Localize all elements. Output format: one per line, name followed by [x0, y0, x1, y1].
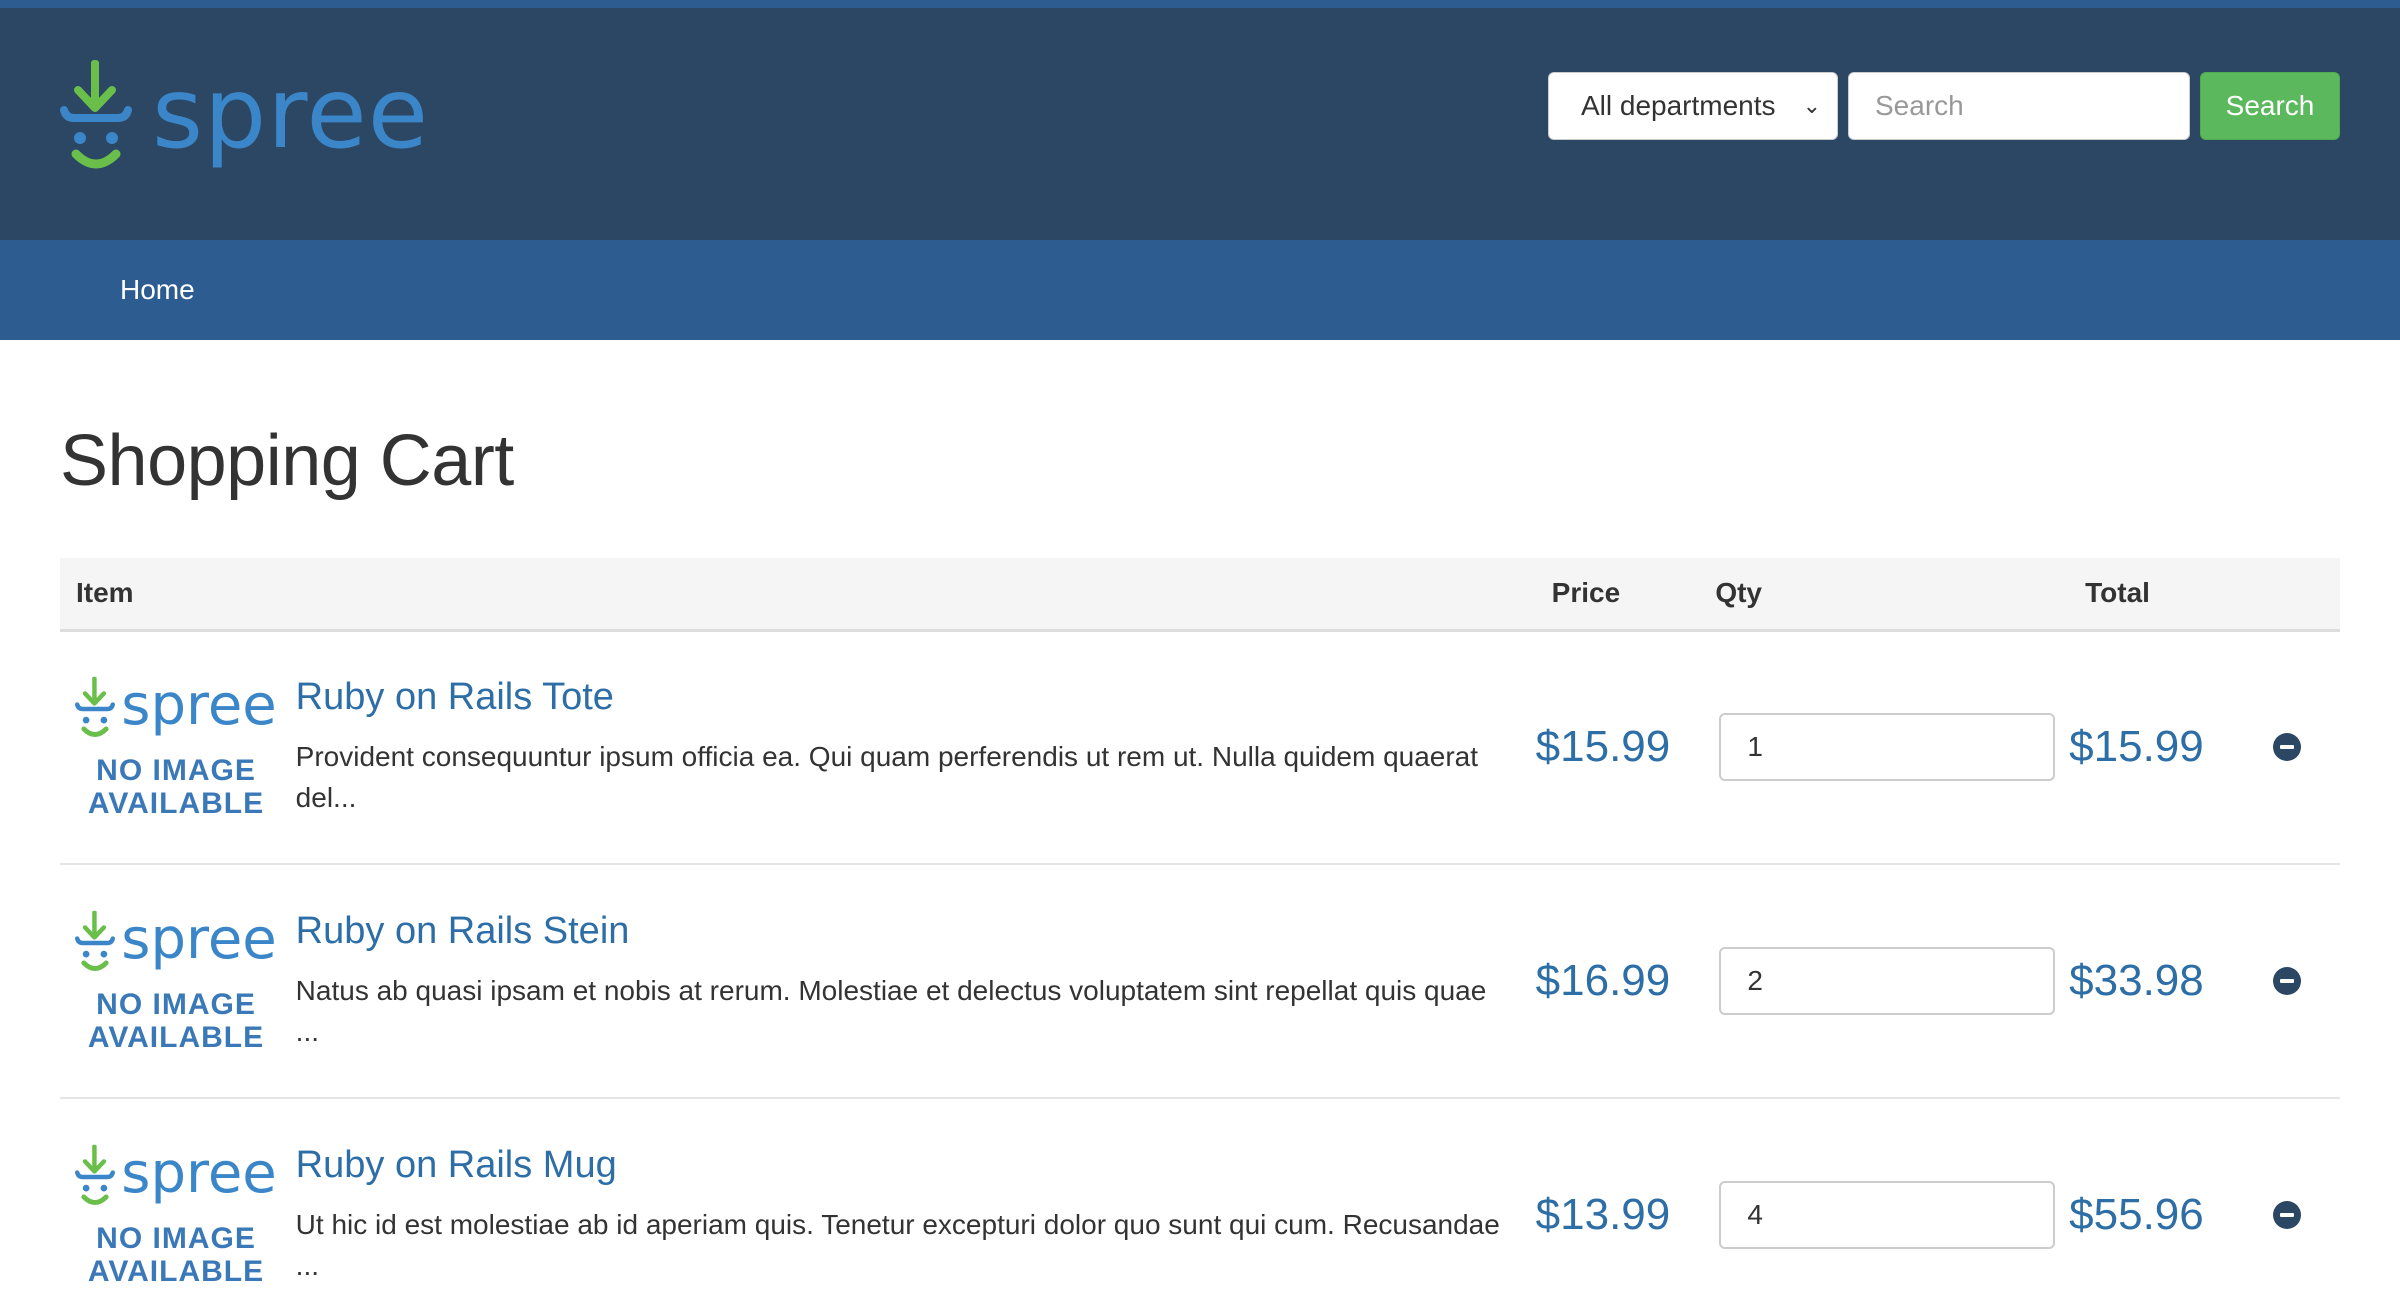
thumbnail-wordmark: spree: [121, 673, 277, 739]
item-total: $55.96: [2069, 1098, 2235, 1298]
remove-cell: [2234, 864, 2340, 1099]
nav-item-home[interactable]: Home: [120, 274, 195, 306]
minus-circle-icon[interactable]: [2273, 967, 2302, 995]
qty-cell: [1699, 630, 2070, 865]
thumbnail-wordmark: spree: [121, 907, 277, 972]
product-name-link[interactable]: Ruby on Rails Mug: [296, 1144, 1516, 1187]
search-input[interactable]: [1848, 72, 2190, 140]
site-header: spree All departments ⌄ Search: [0, 8, 2400, 240]
product-description: Natus ab quasi ipsam et nobis at rerum. …: [295, 974, 1487, 1047]
cart-row: spree NO IMAGE AVAILABLE Ruby on Rails M…: [60, 1098, 2340, 1298]
product-description: Ut hic id est molestiae ab id aperiam qu…: [295, 1208, 1500, 1281]
product-name-link[interactable]: Ruby on Rails Stein: [296, 910, 1516, 953]
search-bar: All departments ⌄ Search: [1548, 72, 2340, 140]
item-price: $13.99: [1535, 1098, 1700, 1298]
thumbnail-wordmark: spree: [121, 1141, 277, 1206]
remove-cell: [2234, 1098, 2340, 1298]
quantity-input[interactable]: [1719, 947, 2056, 1015]
top-accent-bar: [0, 0, 2400, 8]
product-thumbnail[interactable]: spree NO IMAGE AVAILABLE: [60, 1098, 296, 1298]
site-logo[interactable]: spree: [60, 58, 429, 178]
column-header-price: Price: [1551, 577, 1621, 609]
main-nav: Home: [0, 240, 2400, 340]
spree-cart-icon: [75, 910, 116, 972]
item-total: $15.99: [2069, 630, 2235, 865]
product-name-link[interactable]: Ruby on Rails Tote: [296, 676, 1516, 719]
spree-cart-icon: [75, 1144, 116, 1206]
cart-row: spree NO IMAGE AVAILABLE Ruby on Rails S…: [60, 864, 2340, 1099]
product-description: Provident consequuntur ipsum officia ea.…: [295, 741, 1479, 813]
spree-cart-icon: [60, 60, 132, 169]
no-image-label: NO IMAGE AVAILABLE: [87, 988, 265, 1054]
item-cell: Ruby on Rails Stein Natus ab quasi ipsam…: [295, 864, 1536, 1099]
column-header-remove: [2235, 558, 2340, 630]
no-image-label: NO IMAGE AVAILABLE: [87, 1222, 265, 1288]
main-content: Shopping Cart Item Price Qty Total spree…: [0, 420, 2400, 1298]
item-price: $15.99: [1535, 630, 1700, 865]
page-title: Shopping Cart: [60, 421, 514, 501]
chevron-down-icon: ⌄: [1802, 93, 1821, 118]
product-thumbnail[interactable]: spree NO IMAGE AVAILABLE: [60, 864, 296, 1099]
quantity-input[interactable]: [1719, 1181, 2056, 1249]
cart-row: spree NO IMAGE AVAILABLE Ruby on Rails T…: [60, 630, 2340, 865]
department-select[interactable]: All departments ⌄: [1548, 72, 1838, 140]
item-total: $33.98: [2069, 864, 2235, 1099]
minus-circle-icon[interactable]: [2273, 1201, 2302, 1229]
no-image-label: NO IMAGE AVAILABLE: [87, 754, 265, 821]
item-price: $16.99: [1535, 864, 1700, 1099]
qty-cell: [1699, 864, 2070, 1099]
minus-circle-icon[interactable]: [2273, 733, 2302, 762]
quantity-input[interactable]: [1719, 713, 2056, 782]
department-select-value: All departments: [1581, 90, 1776, 121]
column-header-qty: Qty: [1715, 577, 1763, 609]
column-header-total: Total: [2085, 577, 2150, 609]
spree-cart-icon: [75, 677, 116, 738]
item-cell: Ruby on Rails Mug Ut hic id est molestia…: [295, 1098, 1536, 1298]
qty-cell: [1699, 1098, 2070, 1298]
cart-table: Item Price Qty Total spree NO IMAGE AVAI…: [60, 558, 2340, 1298]
logo-wordmark: spree: [152, 57, 429, 171]
cart-header-row: Item Price Qty Total: [60, 558, 2340, 630]
column-header-item: Item: [76, 577, 134, 609]
item-cell: Ruby on Rails Tote Provident consequuntu…: [295, 630, 1536, 865]
search-button[interactable]: Search: [2200, 72, 2340, 140]
remove-cell: [2234, 630, 2340, 865]
product-thumbnail[interactable]: spree NO IMAGE AVAILABLE: [60, 630, 296, 865]
